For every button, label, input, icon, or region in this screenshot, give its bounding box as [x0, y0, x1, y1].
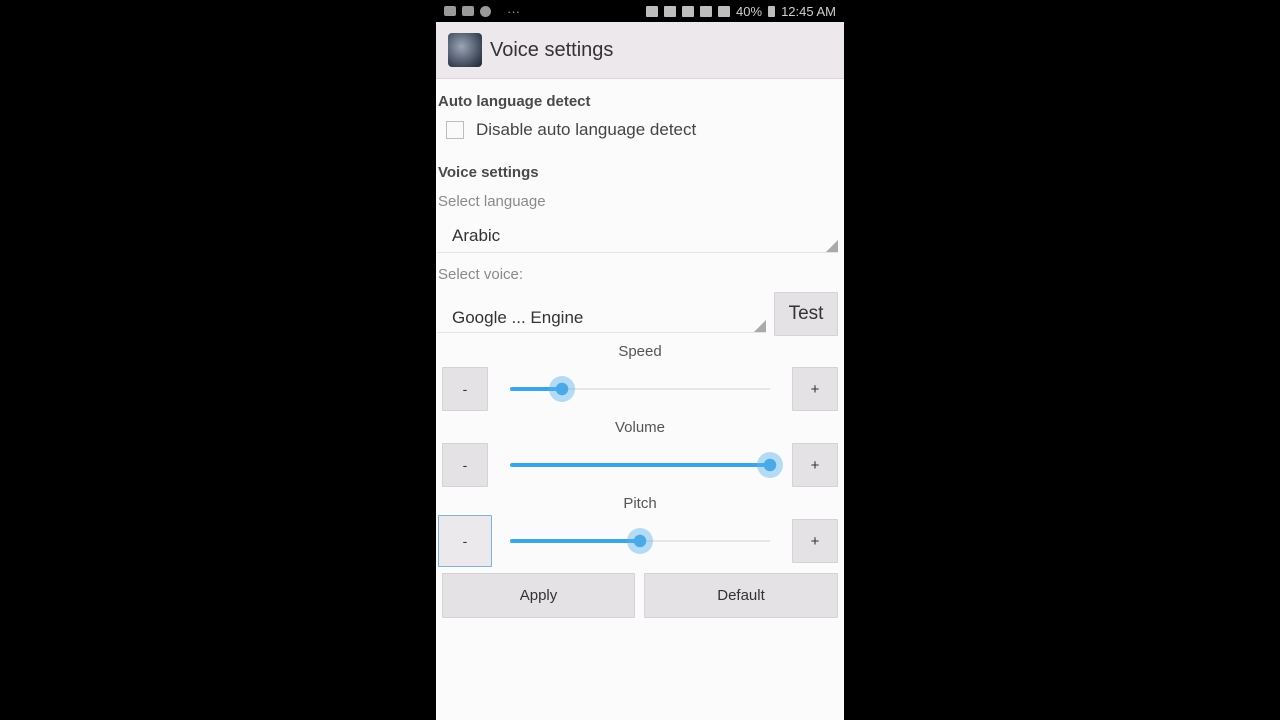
battery-percent: 40%	[736, 3, 763, 19]
select-language-label: Select language	[438, 193, 546, 210]
volume-increase-button[interactable]: +	[792, 443, 838, 487]
disable-auto-language-label: Disable auto language detect	[476, 120, 697, 139]
pitch-decrease-button[interactable]: -	[438, 515, 492, 567]
speed-slider[interactable]	[510, 374, 770, 404]
pitch-title: Pitch	[623, 495, 657, 512]
voice-settings-header: Voice settings	[438, 164, 539, 181]
slider-fill	[510, 539, 640, 543]
default-button[interactable]: Default	[644, 573, 838, 618]
language-spinner[interactable]: Arabic	[438, 218, 838, 253]
speed-increase-button[interactable]: +	[792, 367, 838, 411]
clock: 12:45 AM	[781, 3, 836, 19]
system-status: 40% 12:45 AM	[646, 4, 836, 19]
battery-icon	[768, 5, 776, 17]
test-button[interactable]: Test	[774, 292, 838, 336]
app-title: Voice settings	[490, 38, 614, 61]
pitch-slider[interactable]	[510, 526, 770, 556]
lte-icon	[700, 5, 713, 17]
volume-decrease-button[interactable]: -	[442, 443, 488, 487]
disable-auto-language-row[interactable]: Disable auto language detect	[446, 120, 696, 140]
apply-button[interactable]: Apply	[442, 573, 635, 618]
voice-value: Google ... Engine	[452, 308, 584, 327]
app-logo-icon	[448, 33, 482, 67]
voice-spinner[interactable]: Google ... Engine	[438, 298, 766, 333]
speed-decrease-button[interactable]: -	[442, 367, 488, 411]
dropdown-arrow-icon	[754, 320, 766, 332]
dropdown-arrow-icon	[826, 240, 838, 252]
volume-title: Volume	[614, 419, 666, 436]
signal-icon	[718, 5, 731, 17]
nfc-icon	[682, 5, 695, 17]
notification-icon	[462, 6, 474, 16]
app-bar: Voice settings	[436, 22, 844, 79]
phone-frame: ··· 40% 12:45 AM Voice settings Auto lan…	[436, 0, 844, 720]
disable-auto-language-checkbox[interactable]	[446, 121, 464, 139]
select-voice-label: Select voice:	[438, 266, 524, 283]
notification-icon	[444, 6, 456, 16]
alarm-icon	[664, 5, 677, 17]
language-value: Arabic	[452, 226, 501, 245]
cast-icon	[646, 5, 659, 17]
whatsapp-icon	[480, 5, 491, 17]
status-bar: ··· 40% 12:45 AM	[436, 0, 844, 22]
settings-screen: Voice settings Auto language detect Disa…	[436, 22, 844, 720]
more-notifications-icon: ···	[507, 3, 520, 19]
auto-language-header: Auto language detect	[438, 93, 591, 110]
volume-slider[interactable]	[510, 450, 783, 480]
speed-title: Speed	[618, 343, 662, 360]
pitch-increase-button[interactable]: +	[792, 519, 838, 563]
slider-thumb[interactable]	[627, 528, 653, 554]
slider-fill	[510, 463, 770, 467]
slider-thumb[interactable]	[549, 376, 575, 402]
slider-thumb[interactable]	[757, 452, 783, 478]
notification-icons: ···	[444, 4, 520, 19]
